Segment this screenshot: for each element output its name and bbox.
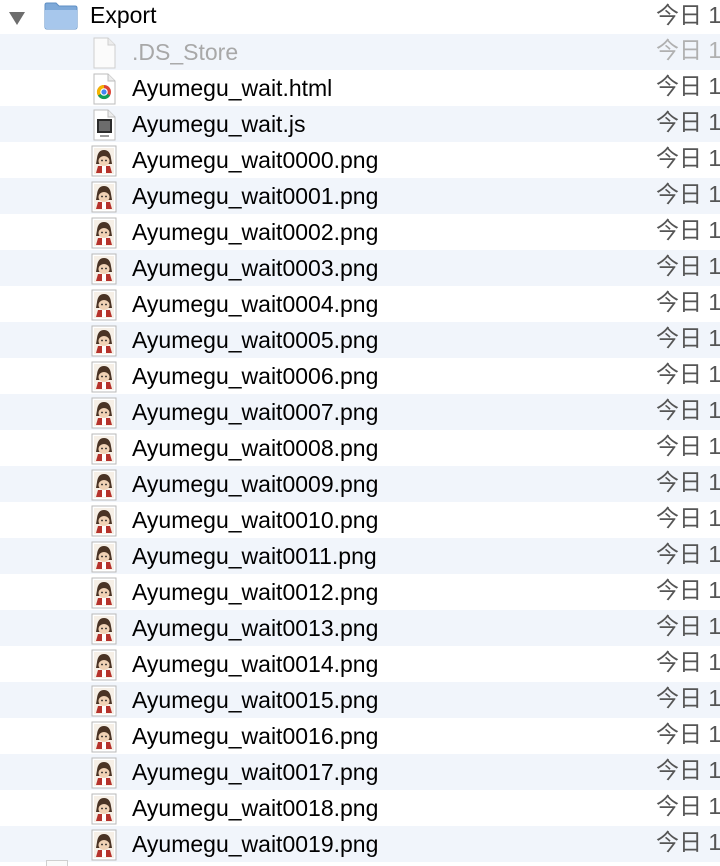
file-row[interactable]: Ayumegu_wait0015.png 今日 1: [0, 682, 720, 718]
js-script-icon: [88, 109, 120, 141]
folder-icon: [44, 0, 78, 30]
file-name: Ayumegu_wait0019.png: [132, 831, 379, 857]
png-thumbnail-icon: [88, 145, 120, 177]
png-thumbnail-icon: [88, 325, 120, 357]
file-date: 今日 1: [656, 685, 720, 711]
png-thumbnail-icon: [88, 289, 120, 321]
file-row[interactable]: Ayumegu_wait0009.png 今日 1: [0, 466, 720, 502]
file-date: 今日 1: [656, 757, 720, 783]
file-date: 今日 1: [656, 469, 720, 495]
blank-document-icon: [88, 37, 120, 69]
png-thumbnail-icon: [88, 541, 120, 573]
file-name: Ayumegu_wait0015.png: [132, 687, 379, 713]
file-row[interactable]: Ayumegu_wait0005.png 今日 1: [0, 322, 720, 358]
file-date: 今日 1: [656, 793, 720, 819]
png-thumbnail-icon: [88, 469, 120, 501]
file-date: 今日 1: [656, 397, 720, 423]
file-date: 今日 1: [656, 361, 720, 387]
file-row[interactable]: Ayumegu_wait0016.png 今日 1: [0, 718, 720, 754]
file-name: Ayumegu_wait0009.png: [132, 471, 379, 497]
png-thumbnail-icon: [88, 649, 120, 681]
file-date: 今日 1: [656, 829, 720, 855]
png-thumbnail-icon: [88, 757, 120, 789]
next-row-file-icon-edge: [46, 860, 68, 866]
file-name: Ayumegu_wait0003.png: [132, 255, 379, 281]
file-row[interactable]: Ayumegu_wait0013.png 今日 1: [0, 610, 720, 646]
file-date: 今日 1: [656, 289, 720, 315]
file-name: Ayumegu_wait0006.png: [132, 363, 379, 389]
file-name: Ayumegu_wait0010.png: [132, 507, 379, 533]
file-row[interactable]: Ayumegu_wait0000.png 今日 1: [0, 142, 720, 178]
disclosure-triangle-expanded-icon[interactable]: [8, 9, 26, 27]
file-row[interactable]: Ayumegu_wait0001.png 今日 1: [0, 178, 720, 214]
file-name: Ayumegu_wait0005.png: [132, 327, 379, 353]
file-row[interactable]: Ayumegu_wait.html 今日 1: [0, 70, 720, 106]
png-thumbnail-icon: [88, 829, 120, 861]
png-thumbnail-icon: [88, 253, 120, 285]
file-name: Ayumegu_wait0017.png: [132, 759, 379, 785]
file-name: Ayumegu_wait0014.png: [132, 651, 379, 677]
file-date: 今日 1: [656, 325, 720, 351]
file-row[interactable]: Ayumegu_wait0002.png 今日 1: [0, 214, 720, 250]
file-name: Ayumegu_wait0002.png: [132, 219, 379, 245]
file-row[interactable]: Ayumegu_wait0011.png 今日 1: [0, 538, 720, 574]
file-name: Ayumegu_wait0004.png: [132, 291, 379, 317]
file-date: 今日 1: [656, 217, 720, 243]
png-thumbnail-icon: [88, 793, 120, 825]
file-row[interactable]: Ayumegu_wait0004.png 今日 1: [0, 286, 720, 322]
file-date: 今日 1: [656, 577, 720, 603]
file-name: Ayumegu_wait0018.png: [132, 795, 379, 821]
file-name: .DS_Store: [132, 39, 239, 65]
file-date: 今日 1: [656, 505, 720, 531]
png-thumbnail-icon: [88, 433, 120, 465]
file-row[interactable]: Ayumegu_wait0019.png 今日 1: [0, 826, 720, 862]
file-row[interactable]: Ayumegu_wait0003.png 今日 1: [0, 250, 720, 286]
file-name: Ayumegu_wait.js: [132, 111, 306, 137]
png-thumbnail-icon: [88, 505, 120, 537]
file-date: 今日 1: [656, 613, 720, 639]
file-name: Ayumegu_wait0001.png: [132, 183, 379, 209]
file-name: Ayumegu_wait0000.png: [132, 147, 379, 173]
png-thumbnail-icon: [88, 361, 120, 393]
file-date: 今日 1: [656, 145, 720, 171]
file-date: 今日 1: [656, 253, 720, 279]
folder-date: 今日 1: [656, 2, 720, 28]
file-date: 今日 1: [656, 181, 720, 207]
png-thumbnail-icon: [88, 613, 120, 645]
file-name: Ayumegu_wait0007.png: [132, 399, 379, 425]
file-date: 今日 1: [656, 109, 720, 135]
png-thumbnail-icon: [88, 397, 120, 429]
file-name: Ayumegu_wait0012.png: [132, 579, 379, 605]
file-name: Ayumegu_wait0013.png: [132, 615, 379, 641]
finder-list-view: Export 今日 1 .DS_Store 今日 1 Ayumegu_wait.ht…: [0, 0, 720, 866]
chrome-html-document-icon: [88, 73, 120, 105]
file-date: 今日 1: [656, 721, 720, 747]
folder-row-export[interactable]: Export 今日 1: [0, 0, 720, 36]
file-date: 今日 1: [656, 37, 720, 63]
file-row[interactable]: Ayumegu_wait0007.png 今日 1: [0, 394, 720, 430]
file-name: Ayumegu_wait.html: [132, 75, 333, 101]
file-name: Ayumegu_wait0016.png: [132, 723, 379, 749]
file-date: 今日 1: [656, 433, 720, 459]
file-name: Ayumegu_wait0011.png: [132, 543, 377, 569]
file-row[interactable]: Ayumegu_wait0018.png 今日 1: [0, 790, 720, 826]
png-thumbnail-icon: [88, 577, 120, 609]
file-name: Ayumegu_wait0008.png: [132, 435, 379, 461]
file-date: 今日 1: [656, 649, 720, 675]
png-thumbnail-icon: [88, 217, 120, 249]
png-thumbnail-icon: [88, 721, 120, 753]
file-row[interactable]: Ayumegu_wait.js 今日 1: [0, 106, 720, 142]
file-row[interactable]: Ayumegu_wait0010.png 今日 1: [0, 502, 720, 538]
file-date: 今日 1: [656, 73, 720, 99]
png-thumbnail-icon: [88, 685, 120, 717]
png-thumbnail-icon: [88, 181, 120, 213]
file-row[interactable]: .DS_Store 今日 1: [0, 34, 720, 70]
file-row[interactable]: Ayumegu_wait0006.png 今日 1: [0, 358, 720, 394]
file-row[interactable]: Ayumegu_wait0008.png 今日 1: [0, 430, 720, 466]
file-date: 今日 1: [656, 541, 720, 567]
file-row[interactable]: Ayumegu_wait0012.png 今日 1: [0, 574, 720, 610]
folder-name: Export: [90, 2, 157, 28]
file-row[interactable]: Ayumegu_wait0014.png 今日 1: [0, 646, 720, 682]
file-row[interactable]: Ayumegu_wait0017.png 今日 1: [0, 754, 720, 790]
